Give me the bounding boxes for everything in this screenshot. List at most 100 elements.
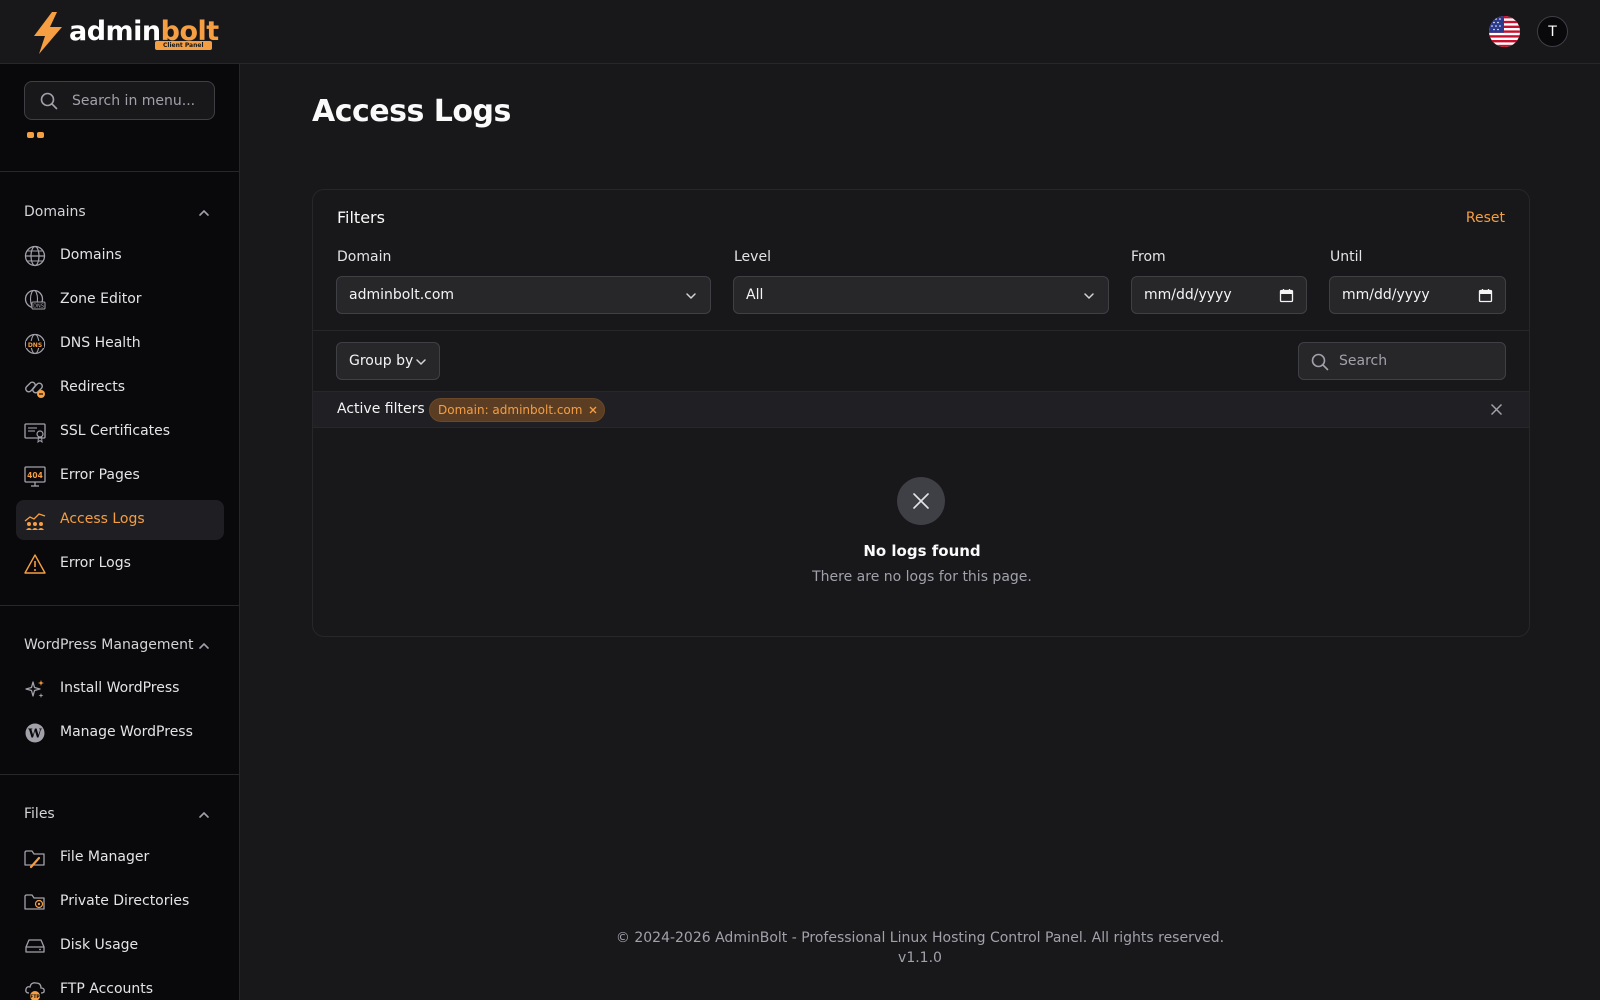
sidebar-item-label: Redirects (60, 379, 126, 395)
sidebar-item-install-wordpress[interactable]: Install WordPress (16, 669, 224, 709)
empty-state-title: No logs found (863, 542, 981, 560)
group-by-label: Group by (349, 353, 414, 369)
ftp-cloud-icon: FTP (25, 982, 45, 1000)
sidebar-item-label: Domains (60, 247, 122, 263)
sidebar-item-label: FTP Accounts (60, 981, 154, 997)
adminbolt-logo[interactable]: adminbolt Client Panel (30, 12, 220, 54)
filters-title: Filters (337, 208, 385, 227)
dns-health-icon: DNS (24, 333, 46, 355)
link-icon (25, 381, 45, 398)
level-filter-label: Level (734, 249, 771, 265)
sidebar-item-domains[interactable]: Domains (16, 236, 224, 276)
logo-badge: Client Panel (155, 41, 212, 50)
sidebar-item-ssl-certificates[interactable]: SSL Certificates (16, 412, 224, 452)
chevron-down-icon (686, 293, 696, 300)
folder-edit-icon (24, 850, 45, 869)
us-flag-icon[interactable] (1489, 16, 1520, 47)
search-icon (40, 92, 58, 110)
filter-chip-text: Domain: adminbolt.com (438, 403, 583, 417)
level-select[interactable]: All (733, 276, 1109, 314)
sidebar-search[interactable] (24, 81, 215, 120)
svg-text:FTP: FTP (30, 994, 40, 1000)
from-date-input[interactable]: mm/dd/yyyy (1131, 276, 1307, 314)
svg-text:DNS: DNS (28, 342, 42, 349)
page-title: Access Logs (312, 94, 511, 129)
group-title-files[interactable]: Files (24, 806, 55, 822)
svg-text:W: W (27, 727, 42, 741)
table-search[interactable] (1298, 342, 1506, 380)
certificate-icon (24, 423, 46, 443)
sidebar-item-label: Manage WordPress (60, 724, 193, 740)
access-logs-card: Filters Reset Domain adminbolt.com Level… (312, 189, 1530, 637)
warning-icon (24, 554, 46, 574)
footer-copyright: © 2024-2026 AdminBolt - Professional Lin… (615, 930, 1225, 946)
until-date-placeholder: mm/dd/yyyy (1342, 287, 1430, 303)
sidebar-item-error-pages[interactable]: 404 Error Pages (16, 456, 224, 496)
group-title-domains[interactable]: Domains (24, 204, 86, 220)
chevron-down-icon (416, 359, 426, 366)
sidebar-item-zone-editor[interactable]: DNS Zone Editor (16, 280, 224, 320)
domain-select-value: adminbolt.com (349, 287, 455, 303)
calendar-icon[interactable] (1478, 288, 1493, 303)
sidebar-item-label: Error Pages (60, 467, 140, 483)
chevron-up-icon[interactable] (197, 206, 211, 220)
sidebar-item-disk-usage[interactable]: Disk Usage (16, 926, 224, 966)
search-icon (1311, 353, 1329, 371)
close-icon (913, 493, 929, 509)
chevron-down-icon (1084, 293, 1094, 300)
from-date-label: From (1131, 249, 1166, 265)
active-filters-label: Active filters (337, 401, 425, 417)
sidebar-item-label: Zone Editor (60, 291, 142, 307)
sidebar-item-ftp-accounts[interactable]: FTP FTP Accounts (16, 970, 224, 1000)
domain-select[interactable]: adminbolt.com (336, 276, 711, 314)
svg-text:404: 404 (27, 471, 43, 480)
sidebar-item-dns-health[interactable]: DNS DNS Health (16, 324, 224, 364)
access-logs-icon (24, 513, 46, 530)
sidebar-divider (0, 171, 239, 172)
level-select-value: All (746, 287, 764, 303)
group-title-wordpress-management[interactable]: WordPress Management (24, 637, 194, 653)
until-date-input[interactable]: mm/dd/yyyy (1329, 276, 1506, 314)
remove-filter-icon[interactable] (588, 405, 598, 415)
chevron-up-icon[interactable] (197, 808, 211, 822)
partial-menu-icon (27, 132, 44, 138)
footer: © 2024-2026 AdminBolt - Professional Lin… (240, 928, 1600, 968)
clear-filters-icon[interactable] (1490, 403, 1503, 416)
sidebar-item-private-directories[interactable]: Private Directories (16, 882, 224, 922)
filter-chip-domain: Domain: adminbolt.com (429, 398, 606, 422)
reset-filters-link[interactable]: Reset (1466, 210, 1505, 226)
sidebar-item-file-manager[interactable]: File Manager (16, 838, 224, 878)
top-bar: adminbolt Client Panel T (0, 0, 1600, 64)
filters-divider (313, 330, 1529, 331)
sidebar-item-label: DNS Health (60, 335, 141, 351)
calendar-icon[interactable] (1279, 288, 1294, 303)
sidebar: Domains Domains DNS Zone Editor DNS DNS … (0, 64, 240, 1000)
sidebar-item-access-logs[interactable]: Access Logs (16, 500, 224, 540)
sidebar-item-label: File Manager (60, 849, 150, 865)
group-by-button[interactable]: Group by (336, 342, 440, 380)
sidebar-item-manage-wordpress[interactable]: W Manage WordPress (16, 713, 224, 753)
folder-lock-icon (24, 894, 45, 910)
sparkles-icon (25, 680, 44, 698)
wordpress-icon: W (25, 723, 45, 743)
table-search-input[interactable] (1339, 343, 1499, 379)
domain-filter-label: Domain (337, 249, 392, 265)
sidebar-item-label: Error Logs (60, 555, 131, 571)
sidebar-divider (0, 774, 239, 775)
sidebar-item-label: SSL Certificates (60, 423, 171, 439)
chevron-up-icon[interactable] (197, 639, 211, 653)
sidebar-item-redirects[interactable]: Redirects (16, 368, 224, 408)
sidebar-item-label: Disk Usage (60, 937, 139, 953)
bolt-logo-icon (34, 12, 62, 54)
empty-state-icon (897, 477, 945, 525)
user-avatar[interactable]: T (1537, 16, 1568, 47)
empty-state-subtitle: There are no logs for this page. (812, 569, 1032, 585)
dns-globe-icon: DNS (24, 289, 46, 310)
svg-text:DNS: DNS (33, 304, 44, 310)
error-404-icon: 404 (24, 466, 46, 487)
from-date-placeholder: mm/dd/yyyy (1144, 287, 1232, 303)
active-filters-bar: Active filters Domain: adminbolt.com (313, 391, 1529, 428)
hard-drive-icon (25, 939, 45, 953)
sidebar-item-error-logs[interactable]: Error Logs (16, 544, 224, 584)
sidebar-search-input[interactable] (72, 82, 212, 119)
